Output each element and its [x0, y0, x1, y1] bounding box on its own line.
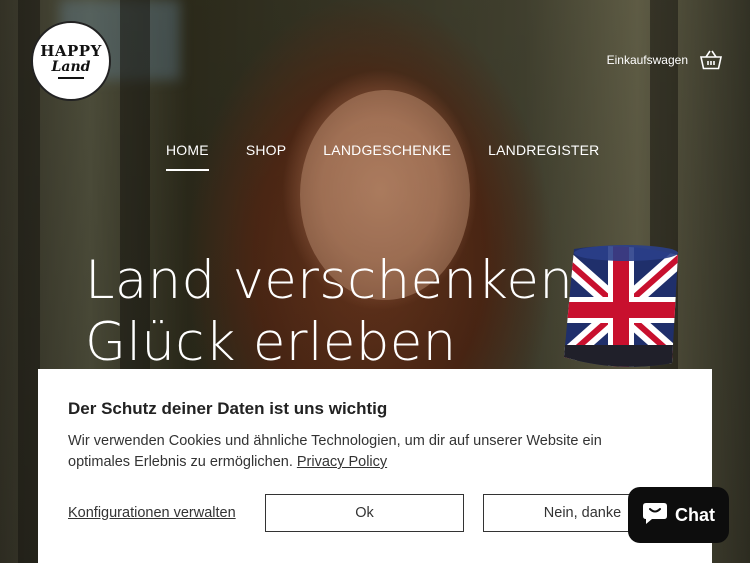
nav-item-home[interactable]: HOME	[166, 142, 209, 171]
logo-line-2: Land	[51, 59, 91, 75]
chat-label: Chat	[675, 504, 715, 525]
main-navigation: HOME SHOP LANDGESCHENKE LANDREGISTER	[166, 142, 599, 171]
cookie-title: Der Schutz deiner Daten ist uns wichtig	[68, 399, 388, 418]
logo-underline	[58, 77, 84, 79]
gift-tube-image	[564, 245, 678, 367]
nav-item-landregister[interactable]: LANDREGISTER	[488, 142, 599, 158]
chat-bubble-icon	[642, 501, 668, 530]
cookie-actions: Konfigurationen verwalten Ok Nein, danke	[68, 494, 682, 532]
cart-link[interactable]: Einkaufswagen	[607, 50, 722, 70]
accept-cookies-button[interactable]: Ok	[265, 494, 464, 532]
cookie-banner: Der Schutz deiner Daten ist uns wichtig …	[38, 369, 712, 563]
nav-item-shop[interactable]: SHOP	[246, 142, 286, 158]
hero-headline-line-1: Land verschenken	[85, 250, 574, 311]
chat-button[interactable]: Chat	[628, 487, 729, 543]
hero-headline-line-2: Glück erleben	[85, 312, 457, 373]
logo-line-1: HAPPY	[40, 42, 102, 60]
cookie-text: Wir verwenden Cookies und ähnliche Techn…	[68, 431, 648, 473]
manage-configurations-link[interactable]: Konfigurationen verwalten	[68, 505, 265, 521]
privacy-policy-link[interactable]: Privacy Policy	[297, 454, 387, 470]
basket-icon	[700, 50, 722, 70]
site-logo[interactable]: HAPPY Land	[31, 21, 111, 101]
hero-headline: Land verschenken Glück erleben	[85, 250, 573, 374]
nav-item-landgeschenke[interactable]: LANDGESCHENKE	[323, 142, 451, 158]
cart-label: Einkaufswagen	[606, 53, 688, 67]
